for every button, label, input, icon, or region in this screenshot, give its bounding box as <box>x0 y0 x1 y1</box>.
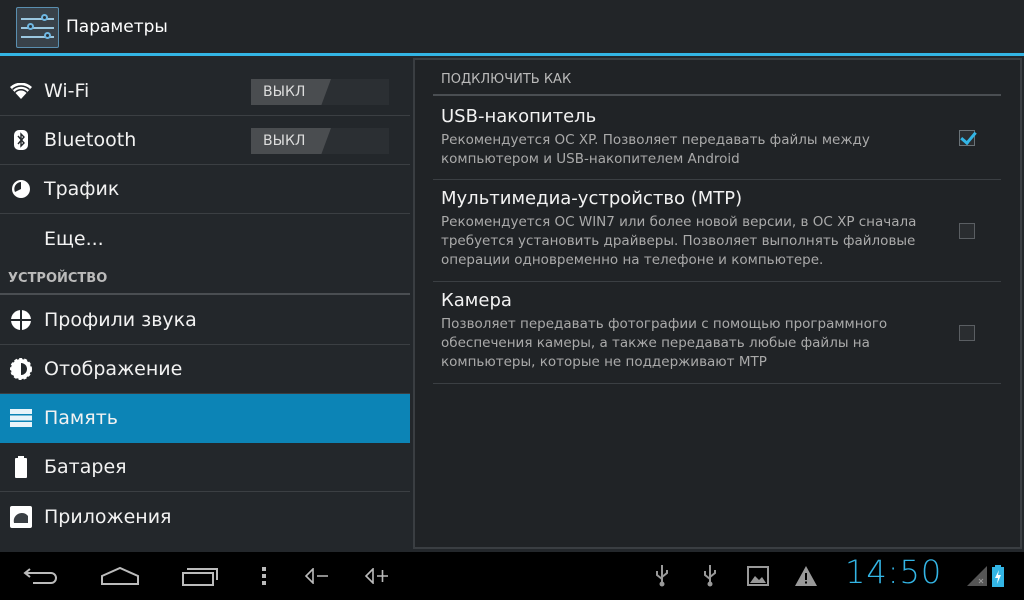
storage-icon <box>0 409 44 427</box>
toggle-state: ВЫКЛ <box>251 128 331 154</box>
volume-down-icon[interactable] <box>298 552 334 600</box>
battery-icon <box>0 456 44 478</box>
sidebar-item-bluetooth[interactable]: Bluetooth ВЫКЛ <box>0 116 410 165</box>
option-description: Рекомендуется ОС XP. Позволяет передават… <box>441 132 870 167</box>
option-description: Позволяет передавать фотографии с помощь… <box>441 316 888 370</box>
section-header-connect-as: ПОДКЛЮЧИТЬ КАК <box>441 72 572 87</box>
usb-icon[interactable] <box>652 552 672 600</box>
option-title: Мультимедиа-устройство (MTP) <box>441 188 743 209</box>
sound-profile-icon <box>0 309 44 331</box>
sidebar-item-wifi[interactable]: Wi-Fi ВЫКЛ <box>0 67 410 116</box>
status-clock[interactable]: 14:50 <box>845 553 942 591</box>
sidebar-item-apps[interactable]: Приложения <box>0 492 410 541</box>
battery-charging-icon <box>990 552 1006 600</box>
sidebar-item-label: Трафик <box>44 178 120 200</box>
sidebar-item-label: Приложения <box>44 505 172 528</box>
settings-sliders-icon[interactable] <box>16 7 59 48</box>
sidebar-item-display[interactable]: Отображение <box>0 345 410 394</box>
home-icon[interactable] <box>98 552 142 600</box>
page-title: Параметры <box>66 17 168 37</box>
section-header-device: УСТРОЙСТВО <box>8 271 108 286</box>
volume-up-icon[interactable] <box>358 552 394 600</box>
bluetooth-toggle[interactable]: ВЫКЛ <box>251 128 389 154</box>
sidebar-item-label: Еще... <box>44 227 104 250</box>
sidebar-item-battery[interactable]: Батарея <box>0 443 410 492</box>
usb-icon[interactable] <box>700 552 720 600</box>
wifi-icon <box>0 83 44 99</box>
sidebar-item-sound-profiles[interactable]: Профили звука <box>0 296 410 345</box>
sidebar-item-label: Батарея <box>44 456 127 478</box>
checkbox-camera[interactable] <box>959 325 975 341</box>
warning-icon[interactable] <box>794 552 818 600</box>
option-title: USB-накопитель <box>441 106 597 127</box>
gallery-icon[interactable] <box>746 552 770 600</box>
checkbox-usb-storage[interactable] <box>959 130 975 146</box>
divider <box>0 293 410 295</box>
sidebar-item-label: Память <box>44 407 118 429</box>
option-camera[interactable]: Камера Позволяет передавать фотографии с… <box>433 290 1001 384</box>
toggle-state: ВЫКЛ <box>251 79 331 105</box>
divider <box>433 94 1001 96</box>
option-usb-storage[interactable]: USB-накопитель Рекомендуется ОС XP. Позв… <box>433 106 1001 180</box>
menu-icon[interactable] <box>254 552 274 600</box>
sidebar-item-label: Отображение <box>44 358 183 380</box>
apps-icon <box>0 505 44 528</box>
display-brightness-icon <box>0 358 44 380</box>
option-description: Рекомендуется ОС WIN7 или более новой ве… <box>441 214 917 268</box>
bluetooth-icon <box>0 130 44 150</box>
recent-apps-icon[interactable] <box>178 552 222 600</box>
signal-no-sim-icon <box>966 552 988 600</box>
usb-connection-panel: ПОДКЛЮЧИТЬ КАК USB-накопитель Рекомендуе… <box>413 58 1022 549</box>
checkbox-mtp[interactable] <box>959 223 975 239</box>
sidebar-item-label: Wi-Fi <box>44 80 90 102</box>
action-bar: Параметры <box>0 0 1024 56</box>
sidebar-item-label: Bluetooth <box>44 129 137 151</box>
option-title: Камера <box>441 290 512 311</box>
back-icon[interactable] <box>18 552 62 600</box>
option-mtp[interactable]: Мультимедиа-устройство (MTP) Рекомендует… <box>433 188 1001 282</box>
sidebar-item-data-usage[interactable]: Трафик <box>0 165 410 214</box>
wifi-toggle[interactable]: ВЫКЛ <box>251 79 389 105</box>
settings-sidebar: Wi-Fi ВЫКЛ Bluetooth ВЫКЛ Трафик Еще... … <box>0 59 410 552</box>
sidebar-item-more[interactable]: Еще... <box>0 214 410 263</box>
data-usage-icon <box>0 179 44 199</box>
sidebar-item-storage[interactable]: Память <box>0 394 410 443</box>
sidebar-item-label: Профили звука <box>44 309 197 331</box>
